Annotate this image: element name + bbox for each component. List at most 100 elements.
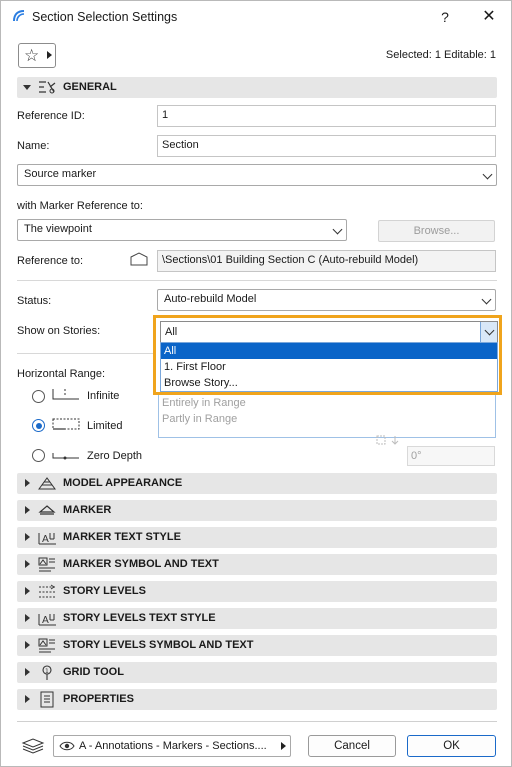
selection-info: Selected: 1 Editable: 1 bbox=[385, 49, 496, 61]
panel-marker-symbol-and-text[interactable]: MARKER SYMBOL AND TEXT bbox=[17, 554, 497, 575]
show-on-stories-value: All bbox=[165, 326, 178, 338]
panel-label: GRID TOOL bbox=[63, 666, 124, 678]
panel-general[interactable]: GENERAL bbox=[17, 77, 497, 98]
window-title: Section Selection Settings bbox=[32, 10, 178, 24]
radio-limited[interactable] bbox=[32, 419, 45, 432]
text-style-icon: A bbox=[38, 614, 56, 626]
divider bbox=[17, 353, 153, 354]
dropdown-button[interactable] bbox=[480, 322, 497, 342]
reference-to-field: \Sections\01 Building Section C (Auto-re… bbox=[157, 250, 496, 272]
layer-select[interactable]: A - Annotations - Markers - Sections.... bbox=[53, 735, 291, 757]
infinite-label: Infinite bbox=[87, 390, 120, 402]
option-first-floor[interactable]: 1. First Floor bbox=[161, 359, 497, 375]
limited-range-icon bbox=[52, 418, 80, 430]
expand-triangle-icon bbox=[25, 614, 30, 622]
status-label: Status: bbox=[17, 295, 52, 307]
panel-label: PROPERTIES bbox=[63, 693, 134, 705]
model-appearance-icon bbox=[38, 477, 56, 490]
chevron-down-icon bbox=[482, 169, 493, 180]
limited-label: Limited bbox=[87, 420, 123, 432]
divider bbox=[17, 280, 497, 281]
collapse-triangle-icon bbox=[23, 85, 31, 90]
panel-story-levels[interactable]: STORY LEVELS bbox=[17, 581, 497, 602]
horizontal-range-label: Horizontal Range: bbox=[17, 368, 106, 380]
svg-text:A: A bbox=[42, 534, 49, 545]
panel-properties[interactable]: PROPERTIES bbox=[17, 689, 497, 710]
radio-zero-depth[interactable] bbox=[32, 449, 45, 462]
marker-reference-select[interactable]: The viewpoint bbox=[17, 219, 347, 241]
panel-story-levels-text-style[interactable]: A STORY LEVELS TEXT STYLE bbox=[17, 608, 497, 629]
expand-triangle-icon bbox=[25, 506, 30, 514]
option-browse-story[interactable]: Browse Story... bbox=[161, 375, 497, 391]
infinite-range-icon bbox=[52, 389, 79, 400]
reference-id-label: Reference ID: bbox=[17, 110, 85, 122]
panel-label: STORY LEVELS TEXT STYLE bbox=[63, 612, 216, 624]
name-label: Name: bbox=[17, 140, 50, 152]
status-select[interactable]: Auto-rebuild Model bbox=[157, 289, 496, 311]
marker-icon bbox=[38, 505, 56, 515]
story-levels-icon bbox=[39, 584, 55, 598]
close-button[interactable]: ✕ bbox=[477, 5, 501, 29]
panel-grid-tool[interactable]: 1 GRID TOOL bbox=[17, 662, 497, 683]
app-icon bbox=[13, 10, 25, 22]
svg-text:A: A bbox=[42, 615, 49, 626]
dialog-window: Section Selection Settings ? ✕ ☆ Selecte… bbox=[0, 0, 512, 767]
panel-marker[interactable]: MARKER bbox=[17, 500, 497, 521]
name-field[interactable]: Section bbox=[157, 135, 496, 157]
panel-label: MARKER SYMBOL AND TEXT bbox=[63, 558, 219, 570]
marker-reference-value: The viewpoint bbox=[24, 223, 92, 235]
chevron-down-icon bbox=[481, 294, 492, 305]
favorites-button[interactable]: ☆ bbox=[18, 43, 56, 68]
layers-icon bbox=[21, 738, 45, 754]
expand-triangle-icon bbox=[25, 587, 30, 595]
marker-type-select[interactable]: Source marker bbox=[17, 164, 497, 186]
show-on-stories-select[interactable]: All bbox=[160, 321, 498, 343]
panel-model-appearance[interactable]: MODEL APPEARANCE bbox=[17, 473, 497, 494]
grid-tool-icon: 1 bbox=[42, 665, 52, 680]
ok-button[interactable]: OK bbox=[407, 735, 496, 757]
divider bbox=[17, 721, 497, 722]
chevron-down-icon bbox=[484, 325, 495, 336]
marker-type-value: Source marker bbox=[24, 168, 97, 180]
layer-value: A - Annotations - Markers - Sections.... bbox=[79, 740, 267, 752]
list-item[interactable]: Entirely in Range bbox=[159, 395, 495, 411]
status-value: Auto-rebuild Model bbox=[164, 293, 257, 305]
angle-icon bbox=[376, 435, 399, 445]
properties-icon bbox=[40, 691, 54, 708]
expand-triangle-icon bbox=[25, 533, 30, 541]
eye-icon bbox=[59, 741, 75, 751]
expand-triangle-icon bbox=[25, 479, 30, 487]
reference-id-field[interactable]: 1 bbox=[157, 105, 496, 127]
panel-label: MARKER TEXT STYLE bbox=[63, 531, 181, 543]
view-reference-icon bbox=[130, 252, 148, 266]
zero-depth-label: Zero Depth bbox=[87, 450, 143, 462]
panel-label: STORY LEVELS bbox=[63, 585, 146, 597]
zero-depth-icon bbox=[52, 453, 79, 460]
symbol-text-icon bbox=[38, 638, 55, 653]
cancel-button[interactable]: Cancel bbox=[308, 735, 396, 757]
radio-infinite[interactable] bbox=[32, 390, 45, 403]
expand-triangle-icon bbox=[25, 560, 30, 568]
panel-marker-text-style[interactable]: A MARKER TEXT STYLE bbox=[17, 527, 497, 548]
help-button[interactable]: ? bbox=[433, 5, 457, 29]
svg-text:1: 1 bbox=[45, 668, 49, 675]
marker-reference-label: with Marker Reference to: bbox=[17, 200, 143, 212]
show-on-stories-label: Show on Stories: bbox=[17, 325, 101, 337]
panel-label: MODEL APPEARANCE bbox=[63, 477, 183, 489]
range-type-list[interactable]: Entirely in Range Partly in Range bbox=[158, 395, 496, 438]
panel-story-levels-symbol-and-text[interactable]: STORY LEVELS SYMBOL AND TEXT bbox=[17, 635, 497, 656]
panel-label: MARKER bbox=[63, 504, 112, 516]
angle-field[interactable]: 0° bbox=[407, 446, 495, 466]
text-style-icon: A bbox=[38, 533, 56, 545]
title-bar: Section Selection Settings ? ✕ bbox=[1, 1, 511, 33]
reference-to-label: Reference to: bbox=[17, 255, 84, 267]
option-all[interactable]: All bbox=[161, 343, 497, 359]
arrow-right-icon bbox=[47, 51, 52, 59]
list-item[interactable]: Partly in Range bbox=[159, 411, 495, 427]
star-icon: ☆ bbox=[24, 46, 40, 65]
expand-triangle-icon bbox=[25, 695, 30, 703]
show-on-stories-highlight: All All 1. First Floor Browse Story... bbox=[153, 315, 502, 395]
expand-triangle-icon bbox=[25, 668, 30, 676]
browse-button[interactable]: Browse... bbox=[378, 220, 495, 242]
arrow-right-icon bbox=[281, 742, 286, 750]
